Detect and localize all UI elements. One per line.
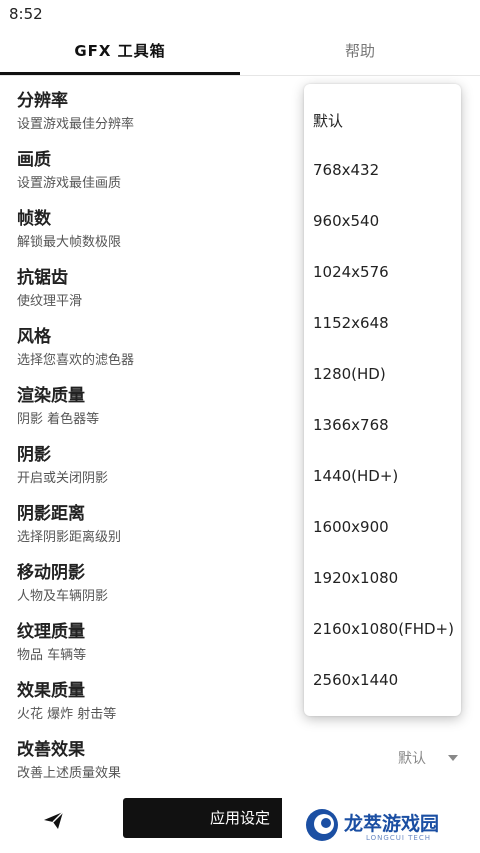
setting-style[interactable]: 风格 选择您喜欢的滤色器 <box>17 322 297 378</box>
setting-moving-shadow[interactable]: 移动阴影 人物及车辆阴影 <box>17 558 297 614</box>
setting-texture-quality[interactable]: 纹理质量 物品 车辆等 <box>17 617 297 673</box>
dropdown-option[interactable]: 1280(HD) <box>304 349 461 400</box>
dropdown-option[interactable]: 1024x576 <box>304 247 461 298</box>
setting-resolution[interactable]: 分辨率 设置游戏最佳分辨率 <box>17 86 297 142</box>
dropdown-option[interactable]: 768x432 <box>304 145 461 196</box>
setting-desc: 阴影 着色器等 <box>17 412 100 427</box>
option-label: 1280(HD) <box>313 365 386 383</box>
watermark-logo-icon <box>306 809 338 841</box>
dropdown-option[interactable]: 默认 <box>304 94 461 145</box>
setting-desc: 改善上述质量效果 <box>17 766 122 781</box>
setting-shadow-distance[interactable]: 阴影距离 选择阴影距离级别 <box>17 499 297 555</box>
option-label: 默认 <box>313 112 344 130</box>
improve-effect-select[interactable]: 默认 <box>398 748 468 768</box>
option-label: 2160x1080(FHD+) <box>313 620 454 638</box>
option-label: 1152x648 <box>313 314 389 332</box>
dropdown-option[interactable]: 1600x900 <box>304 502 461 553</box>
watermark-text: 龙萃游戏园 <box>344 813 440 835</box>
setting-title: 效果质量 <box>17 681 85 701</box>
setting-title: 分辨率 <box>17 91 68 111</box>
dropdown-option[interactable]: 1366x768 <box>304 400 461 451</box>
setting-desc: 物品 车辆等 <box>17 648 87 663</box>
watermark-subtext: LONGCUI TECH <box>366 834 431 842</box>
setting-desc: 人物及车辆阴影 <box>17 589 109 604</box>
dropdown-option[interactable]: 1920x1080 <box>304 553 461 604</box>
setting-desc: 选择您喜欢的滤色器 <box>17 353 135 368</box>
status-bar: 8:52 <box>0 0 480 28</box>
setting-title: 阴影距离 <box>17 504 85 524</box>
watermark: 龙萃游戏园 LONGCUI TECH <box>282 797 472 849</box>
select-value: 默认 <box>398 751 426 767</box>
setting-title: 帧数 <box>17 209 51 229</box>
setting-title: 画质 <box>17 150 51 170</box>
resolution-dropdown: 默认 768x432 960x540 1024x576 1152x648 128… <box>304 84 461 716</box>
option-label: 768x432 <box>313 161 380 179</box>
setting-title: 改善效果 <box>17 740 85 760</box>
option-label: 1366x768 <box>313 416 389 434</box>
option-label: 960x540 <box>313 212 380 230</box>
send-icon[interactable] <box>42 808 66 832</box>
setting-graphics[interactable]: 画质 设置游戏最佳画质 <box>17 145 297 201</box>
option-label: 1920x1080 <box>313 569 399 587</box>
tab-help[interactable]: 帮助 <box>240 28 480 76</box>
setting-render-quality[interactable]: 渲染质量 阴影 着色器等 <box>17 381 297 437</box>
tab-bar: GFX 工具箱 帮助 <box>0 28 480 76</box>
setting-shadow[interactable]: 阴影 开启或关闭阴影 <box>17 440 297 496</box>
setting-title: 移动阴影 <box>17 563 85 583</box>
setting-desc: 选择阴影距离级别 <box>17 530 122 545</box>
setting-desc: 开启或关闭阴影 <box>17 471 109 486</box>
setting-title: 渲染质量 <box>17 386 85 406</box>
setting-title: 纹理质量 <box>17 622 85 642</box>
chevron-down-icon <box>448 755 458 761</box>
setting-improve-effect[interactable]: 改善效果 改善上述质量效果 <box>17 735 297 791</box>
setting-title: 阴影 <box>17 445 51 465</box>
setting-desc: 火花 爆炸 射击等 <box>17 707 117 722</box>
option-label: 2560x1440 <box>313 671 399 689</box>
option-label: 1024x576 <box>313 263 389 281</box>
setting-effect-quality[interactable]: 效果质量 火花 爆炸 射击等 <box>17 676 297 732</box>
setting-desc: 解锁最大帧数极限 <box>17 235 122 250</box>
tab-gfx-toolbox[interactable]: GFX 工具箱 <box>0 28 240 76</box>
setting-antialiasing[interactable]: 抗锯齿 使纹理平滑 <box>17 263 297 319</box>
dropdown-option[interactable]: 1440(HD+) <box>304 451 461 502</box>
setting-title: 抗锯齿 <box>17 268 68 288</box>
setting-desc: 使纹理平滑 <box>17 294 83 309</box>
status-time: 8:52 <box>9 5 43 23</box>
dropdown-option[interactable]: 1152x648 <box>304 298 461 349</box>
setting-desc: 设置游戏最佳画质 <box>17 176 122 191</box>
setting-fps[interactable]: 帧数 解锁最大帧数极限 <box>17 204 297 260</box>
option-label: 1440(HD+) <box>313 467 399 485</box>
dropdown-option[interactable]: 2160x1080(FHD+) <box>304 604 461 655</box>
dropdown-option[interactable]: 960x540 <box>304 196 461 247</box>
setting-title: 风格 <box>17 327 51 347</box>
setting-desc: 设置游戏最佳分辨率 <box>17 117 135 132</box>
dropdown-option[interactable]: 2560x1440 <box>304 655 461 706</box>
tabs-divider <box>0 75 480 76</box>
option-label: 1600x900 <box>313 518 389 536</box>
